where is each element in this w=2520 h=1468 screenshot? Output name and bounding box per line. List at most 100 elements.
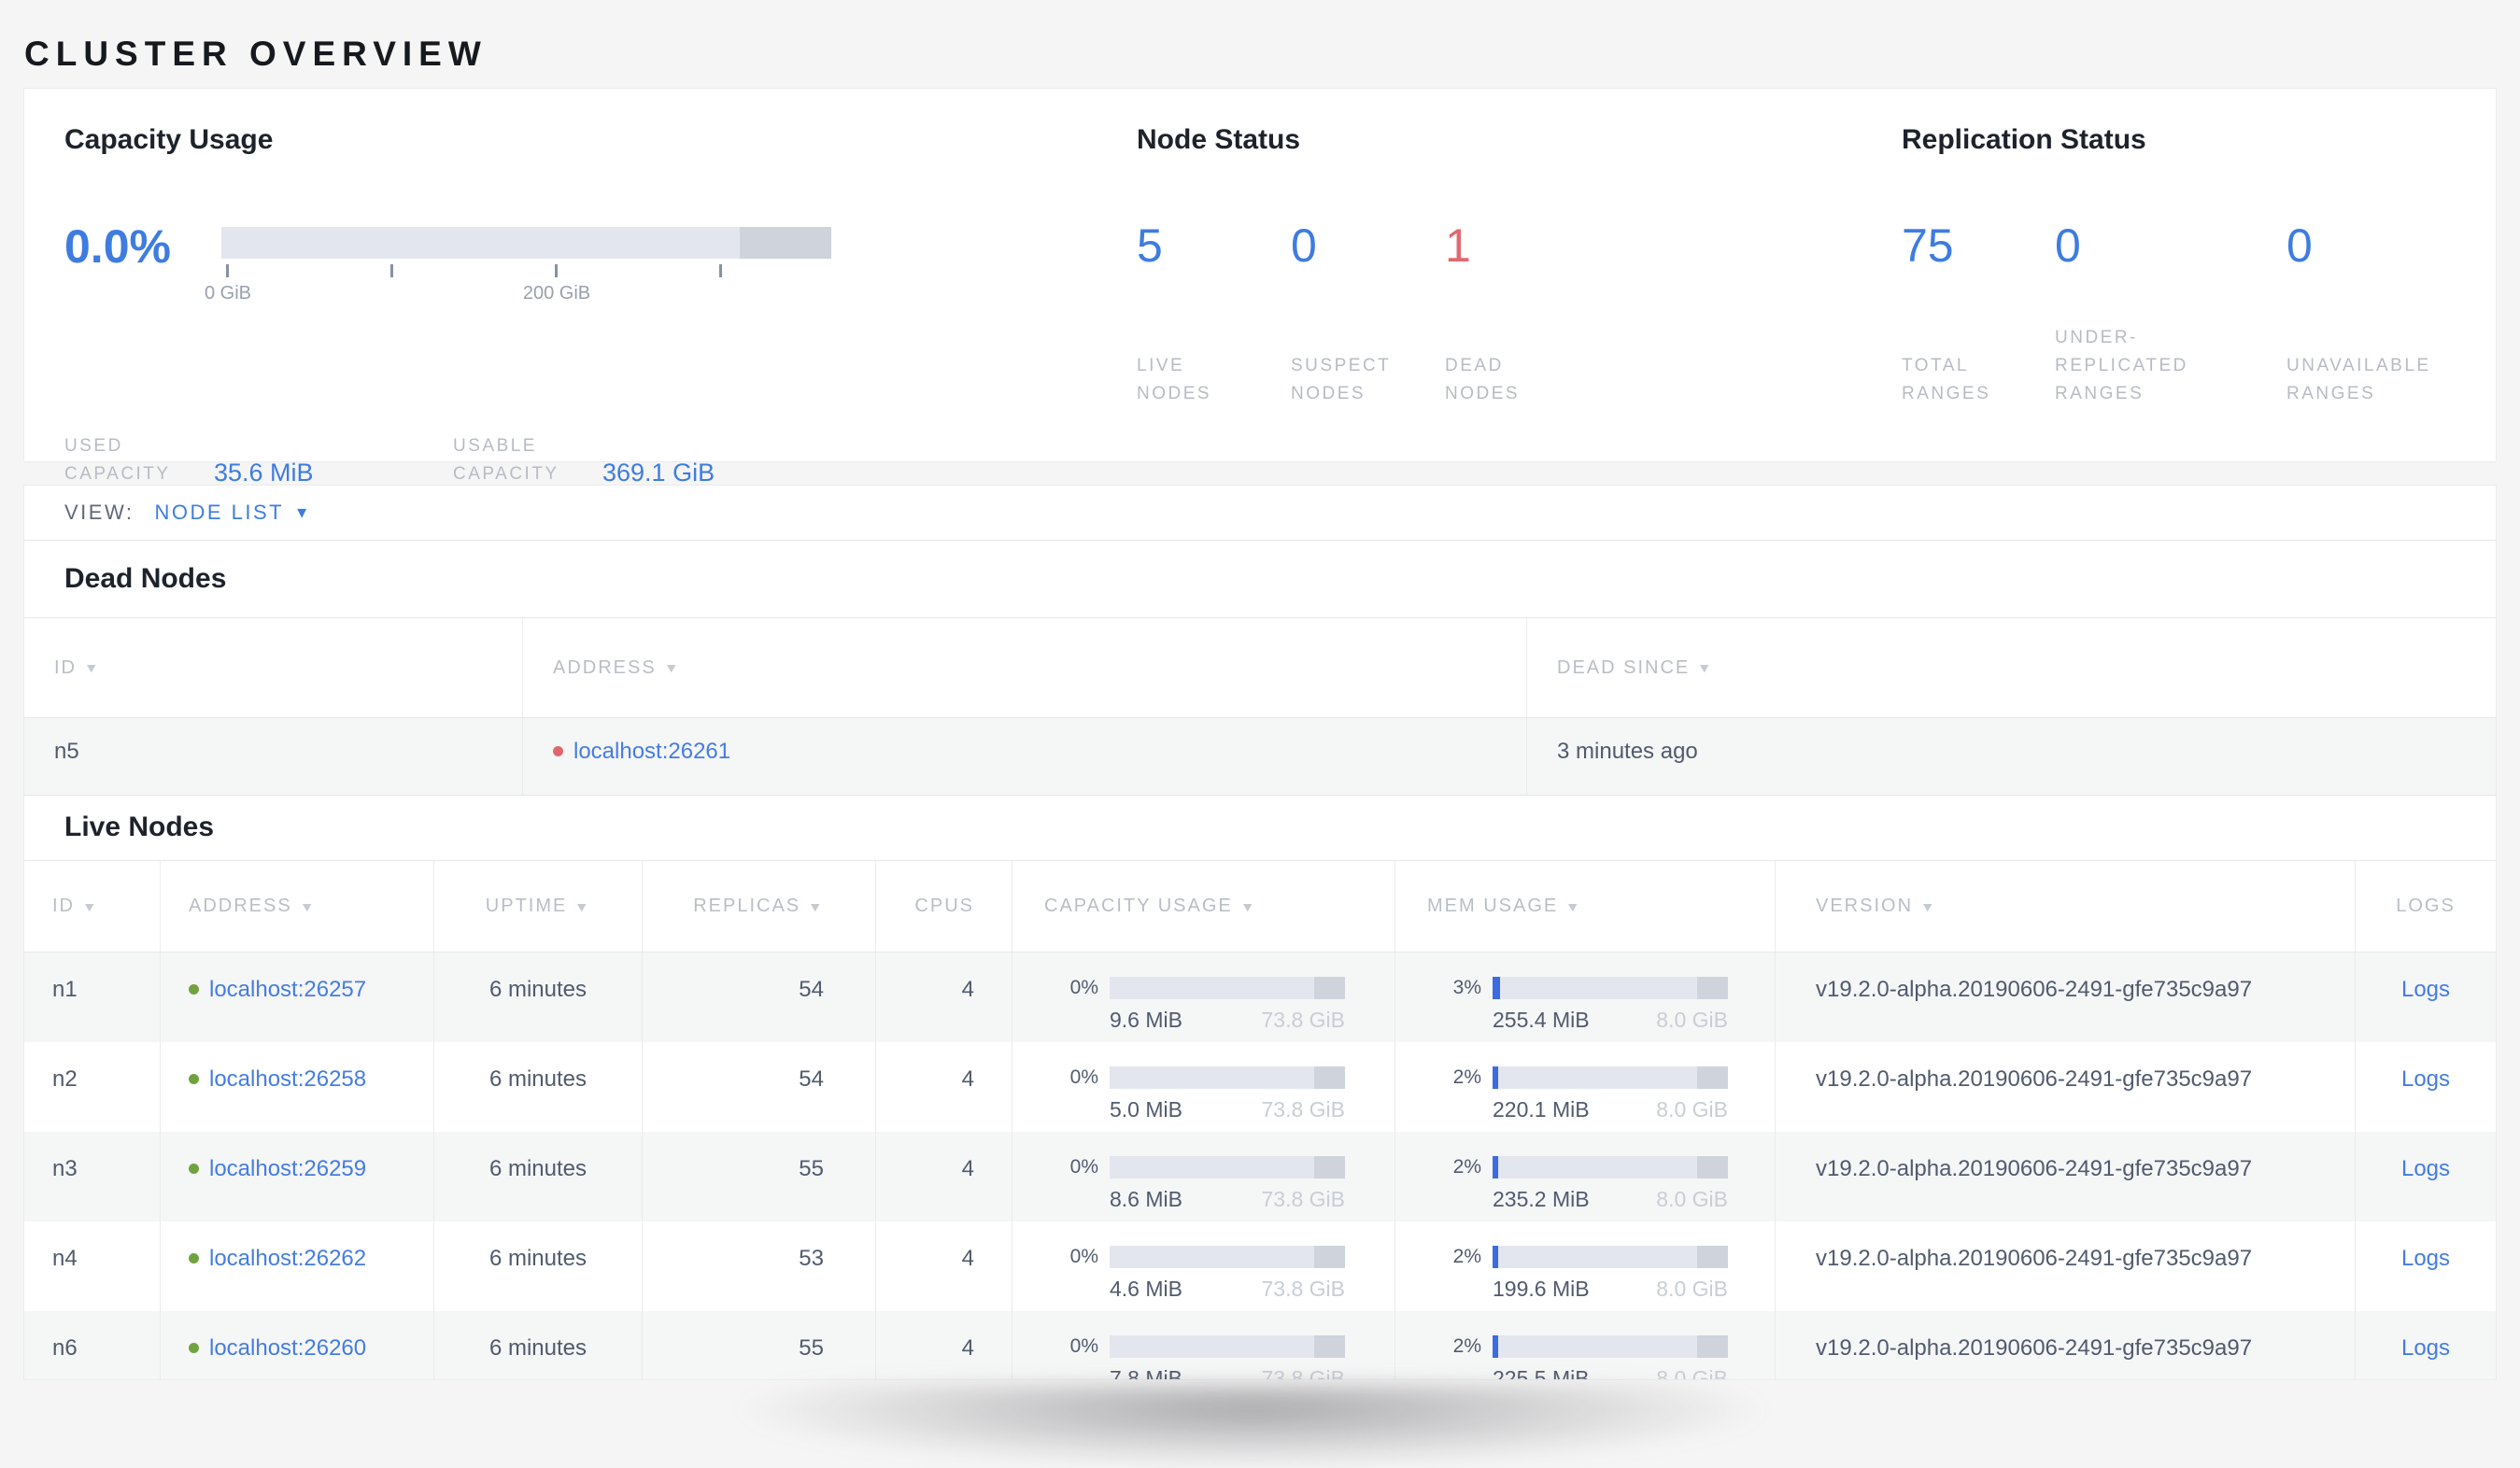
dead-node-row: n5 localhost:26261 3 minutes ago: [24, 718, 2496, 796]
gauge-tick: [390, 264, 393, 277]
view-bar: VIEW: NODE LIST ▾: [24, 486, 2496, 541]
column-header-uptime[interactable]: UPTIME ▼: [434, 861, 643, 952]
node-id-cell: n3: [24, 1132, 161, 1221]
node-id-cell: n5: [24, 718, 523, 795]
node-address-link[interactable]: localhost:26258: [209, 1066, 366, 1093]
node-address-link[interactable]: localhost:26257: [209, 977, 366, 1003]
column-header-label: CPUS: [914, 896, 974, 916]
node-address-link[interactable]: localhost:26262: [209, 1246, 366, 1272]
column-header-logs: LOGS: [2356, 861, 2496, 952]
mem-bar-reserved: [1697, 977, 1728, 999]
total-ranges-label: TOTAL RANGES: [1902, 356, 1991, 403]
capacity-bar: [1110, 1246, 1345, 1268]
used-capacity-stat: USED CAPACITY 35.6 MiB: [64, 432, 314, 488]
mem-used-value: 235.2 MiB: [1493, 1187, 1590, 1211]
live-status-dot-icon: [189, 1164, 199, 1174]
node-address-link[interactable]: localhost:26260: [209, 1335, 366, 1362]
node-address-cell: localhost:26260: [161, 1311, 434, 1379]
version-cell: v19.2.0-alpha.20190606-2491-gfe735c9a97: [1776, 1311, 2356, 1379]
logs-link[interactable]: Logs: [2401, 977, 2450, 1003]
stat-total-ranges: 75 TOTAL RANGES: [1902, 219, 2055, 408]
column-header-id[interactable]: ID ▼: [24, 861, 161, 952]
page-title: CLUSTER OVERVIEW: [24, 34, 488, 73]
logs-cell: Logs: [2356, 1042, 2496, 1132]
capacity-percent: 0%: [1069, 1246, 1098, 1267]
gauge-tick-label: 200 GiB: [522, 283, 591, 303]
sort-desc-icon: ▼: [663, 660, 681, 675]
node-address-link[interactable]: localhost:26259: [209, 1156, 366, 1182]
logs-link[interactable]: Logs: [2401, 1066, 2450, 1093]
mem-bar-fill: [1493, 977, 1500, 999]
column-header-capacity-usage[interactable]: CAPACITY USAGE ▼: [1012, 861, 1395, 952]
column-header-label: ADDRESS: [553, 656, 657, 678]
column-header-mem-usage[interactable]: MEM USAGE ▼: [1395, 861, 1776, 952]
mem-used-value: 220.1 MiB: [1493, 1097, 1590, 1122]
gauge-tick: [719, 264, 722, 277]
capacity-percent: 0%: [1069, 1335, 1098, 1357]
column-header-label: MEM USAGE: [1427, 896, 1559, 916]
mem-usage-cell: 2% 235.2 MiB 8.0 GiB: [1395, 1132, 1776, 1221]
capacity-usage-cell: 0% 9.6 MiB 73.8 GiB: [1012, 953, 1395, 1042]
cpus-cell: 4: [876, 953, 1012, 1042]
node-list-panel: VIEW: NODE LIST ▾ Dead Nodes ID ▼ ADDRESS ▼…: [24, 486, 2496, 1379]
node-address-link[interactable]: localhost:26261: [573, 739, 730, 765]
node-address-cell: localhost:26259: [161, 1132, 434, 1221]
gauge-tick-label: 0 GiB: [204, 283, 252, 303]
sort-desc-icon: ▼: [1697, 660, 1715, 675]
column-header-replicas[interactable]: REPLICAS ▼: [643, 861, 876, 952]
sort-desc-icon: ▼: [1565, 898, 1583, 914]
version-cell: v19.2.0-alpha.20190606-2491-gfe735c9a97: [1776, 953, 2356, 1042]
live-status-dot-icon: [189, 984, 199, 995]
capacity-bar-reserved: [1314, 1246, 1345, 1268]
live-node-row: n3 localhost:26259 6 minutes 55 4 0% 8.6…: [24, 1132, 2496, 1221]
node-id-cell: n6: [24, 1311, 161, 1379]
capacity-total-value: 73.8 GiB: [1261, 1097, 1346, 1122]
replicas-cell: 54: [643, 1042, 876, 1132]
column-header-id[interactable]: ID ▼: [24, 618, 523, 717]
logs-link[interactable]: Logs: [2401, 1335, 2450, 1362]
mem-usage-cell: 2% 220.1 MiB 8.0 GiB: [1395, 1042, 1776, 1132]
mem-bar-reserved: [1697, 1066, 1728, 1089]
node-id-cell: n4: [24, 1221, 161, 1311]
column-header-dead-since[interactable]: DEAD SINCE ▼: [1527, 618, 2496, 717]
column-header-address[interactable]: ADDRESS ▼: [161, 861, 434, 952]
logs-link[interactable]: Logs: [2401, 1246, 2450, 1272]
mem-bar: [1493, 1335, 1728, 1358]
column-header-label: LOGS: [2396, 896, 2456, 916]
capacity-gauge-reserved-segment: [740, 227, 831, 259]
view-dropdown-selected[interactable]: NODE LIST: [154, 501, 284, 525]
capacity-bar-reserved: [1314, 1335, 1345, 1358]
capacity-used-percent: 0.0%: [64, 220, 171, 273]
logs-link[interactable]: Logs: [2401, 1156, 2450, 1182]
mem-total-value: 8.0 GiB: [1656, 1187, 1728, 1211]
column-header-label: ID: [52, 896, 75, 916]
capacity-usage-cell: 0% 8.6 MiB 73.8 GiB: [1012, 1132, 1395, 1221]
capacity-percent: 0%: [1069, 977, 1098, 998]
column-header-address[interactable]: ADDRESS ▼: [523, 618, 1527, 717]
dead-nodes-title: Dead Nodes: [64, 563, 227, 594]
live-node-row: n1 localhost:26257 6 minutes 54 4 0% 9.6…: [24, 953, 2496, 1042]
uptime-cell: 6 minutes: [434, 1042, 643, 1132]
mem-used-value: 225.5 MiB: [1493, 1366, 1590, 1379]
capacity-total-value: 73.8 GiB: [1261, 1008, 1346, 1032]
node-status-title: Node Status: [1137, 124, 1301, 155]
live-nodes-table-body: n1 localhost:26257 6 minutes 54 4 0% 9.6…: [24, 953, 2496, 1379]
capacity-usage-cell: 0% 5.0 MiB 73.8 GiB: [1012, 1042, 1395, 1132]
dead-nodes-table-body: n5 localhost:26261 3 minutes ago: [24, 718, 2496, 796]
total-ranges-value: 75: [1902, 219, 1954, 272]
mem-percent: 2%: [1452, 1156, 1481, 1178]
sort-desc-icon: ▼: [81, 898, 100, 914]
stat-live-nodes: 5 LIVE NODES: [1137, 219, 1291, 408]
mem-usage-cell: 2% 199.6 MiB 8.0 GiB: [1395, 1221, 1776, 1311]
node-status-section: Node Status 5 LIVE NODES 0 SUSPECT NODES…: [1137, 89, 1884, 461]
live-status-dot-icon: [189, 1253, 199, 1263]
replication-status-section: Replication Status 75 TOTAL RANGES 0 UND…: [1902, 89, 2499, 461]
view-dropdown[interactable]: NODE LIST ▾: [154, 501, 306, 525]
column-header-version[interactable]: VERSION ▼: [1776, 861, 2356, 952]
mem-bar: [1493, 1156, 1728, 1179]
mem-bar: [1493, 1066, 1728, 1089]
suspect-nodes-value: 0: [1291, 219, 1317, 272]
mem-bar-fill: [1493, 1156, 1499, 1179]
mem-usage-cell: 3% 255.4 MiB 8.0 GiB: [1395, 953, 1776, 1042]
mem-bar-fill: [1493, 1246, 1499, 1268]
